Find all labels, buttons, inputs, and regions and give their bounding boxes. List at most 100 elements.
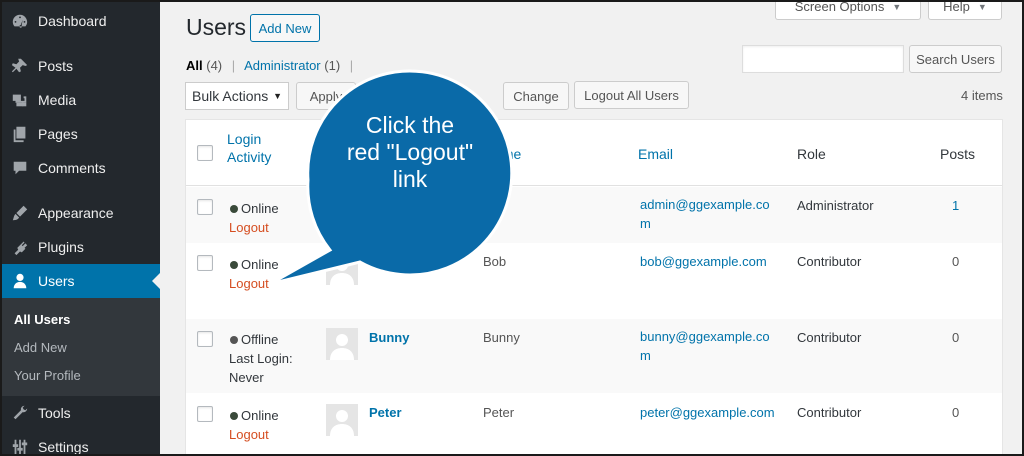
search-users-button[interactable]: Search Users (909, 45, 1002, 73)
user-role: Administrator (797, 198, 874, 213)
logout-link[interactable]: Logout (229, 218, 269, 237)
user-role-filter: All (4) | Administrator (1) | (186, 58, 359, 73)
login-status: Offline (230, 330, 278, 349)
user-posts-count: 0 (952, 254, 960, 269)
username-link[interactable]: Bunny (369, 328, 409, 347)
help-label: Help (943, 0, 970, 14)
username-link[interactable]: Peter (369, 403, 402, 422)
status-text: Offline (241, 332, 279, 347)
callout-line: red "Logout" (346, 139, 474, 165)
avatar (326, 404, 358, 436)
caret-down-icon: ▼ (273, 91, 282, 101)
sidebar-item-plugins[interactable]: Plugins (0, 230, 160, 264)
add-new-button[interactable]: Add New (250, 14, 320, 42)
logout-link[interactable]: Logout (229, 425, 269, 444)
sidebar-item-label: Settings (38, 439, 89, 455)
filter-all[interactable]: All (186, 58, 203, 73)
sidebar-item-settings[interactable]: Settings (0, 430, 160, 456)
dashboard-icon (10, 11, 30, 31)
row-checkbox[interactable] (197, 406, 213, 422)
username-link[interactable]: Bob (369, 252, 394, 271)
submenu-all-users[interactable]: All Users (14, 312, 70, 327)
select-all-checkbox[interactable] (197, 145, 213, 161)
plug-icon (10, 237, 30, 257)
last-login-label: Last Login: (229, 351, 293, 366)
filter-separator: | (231, 58, 236, 73)
offline-dot-icon (230, 335, 238, 344)
row-checkbox[interactable] (197, 255, 213, 271)
sidebar-item-media[interactable]: Media (0, 83, 160, 117)
submenu-add-new[interactable]: Add New (14, 340, 67, 355)
search-input[interactable] (742, 45, 904, 73)
sidebar-item-label: Media (38, 92, 77, 108)
user-email[interactable]: peter@ggexample.com (640, 403, 775, 422)
user-email[interactable]: bunny@ggexample.co m (640, 327, 770, 365)
sidebar-item-label: Comments (38, 160, 106, 176)
sidebar-item-dashboard[interactable]: Dashboard (0, 4, 160, 38)
status-text: Online (241, 201, 279, 216)
column-role: Role (797, 146, 826, 162)
table-row: Online Logout Peter Peter peter@ggexampl… (186, 393, 1002, 456)
sidebar-item-comments[interactable]: Comments (0, 151, 160, 185)
column-login-activity[interactable]: Login Activity (227, 130, 271, 166)
callout-line: Click the (365, 112, 455, 138)
user-email[interactable]: bob@ggexample.com (640, 252, 767, 271)
sidebar-item-appearance[interactable]: Appearance (0, 196, 160, 230)
sidebar-item-label: Dashboard (38, 13, 107, 29)
brush-icon (10, 203, 30, 223)
submenu-your-profile[interactable]: Your Profile (14, 368, 81, 383)
screen-options-label: Screen Options (794, 0, 885, 14)
column-email[interactable]: Email (638, 146, 673, 162)
wrench-icon (10, 403, 30, 423)
sidebar-item-posts[interactable]: Posts (0, 49, 160, 83)
user-name: Peter (483, 405, 515, 420)
sidebar-item-pages[interactable]: Pages (0, 117, 160, 151)
table-row: Online Logout admin@ggexample.co m Admin… (186, 187, 1002, 243)
online-dot-icon (230, 411, 238, 420)
filter-all-count: (4) (206, 58, 223, 73)
user-posts-count: 0 (952, 330, 960, 345)
login-status: Online (230, 199, 279, 218)
email-text: m (640, 348, 651, 363)
change-role-button[interactable]: Change (503, 82, 569, 110)
bulk-actions-select[interactable]: Bulk Actions ▼ (185, 82, 289, 110)
logout-link[interactable]: Logout (229, 274, 269, 293)
filter-separator: | (349, 58, 354, 73)
sidebar-item-label: Posts (38, 58, 74, 74)
page-title: Users (186, 14, 247, 40)
user-icon (10, 271, 30, 291)
online-dot-icon (230, 204, 238, 213)
sidebar-item-tools[interactable]: Tools (0, 396, 160, 430)
bulk-actions-value: Bulk Actions (192, 88, 269, 104)
email-text: admin@ggexample.co (640, 197, 770, 212)
column-posts[interactable]: Posts (940, 146, 975, 162)
logout-all-users-button[interactable]: Logout All Users (574, 81, 689, 109)
sliders-icon (10, 437, 30, 456)
row-checkbox[interactable] (197, 331, 213, 347)
user-email[interactable]: admin@ggexample.co m (640, 195, 770, 233)
sidebar-item-label: Users (38, 273, 75, 289)
callout-line: link (392, 166, 428, 192)
table-row: Online Logout Bob Bob bob@ggexample.com … (186, 243, 1002, 319)
sidebar-item-label: Pages (38, 126, 78, 142)
sidebar-item-label: Appearance (38, 205, 114, 221)
table-header: Login Activity Name Email Role Posts (186, 120, 1002, 186)
online-dot-icon (230, 260, 238, 269)
callout-text: Click the red "Logout" link (310, 112, 510, 193)
sidebar-item-users[interactable]: Users (0, 264, 160, 298)
user-name: Bunny (483, 330, 520, 345)
apply-button[interactable]: Apply (296, 82, 356, 110)
filter-administrator[interactable]: Administrator (244, 58, 321, 73)
email-text: m (640, 216, 651, 231)
pin-icon (10, 56, 30, 76)
row-checkbox[interactable] (197, 199, 213, 215)
user-posts-count: 0 (952, 405, 960, 420)
table-row: Offline Last Login: Never Bunny Bunny bu… (186, 319, 1002, 393)
users-submenu: All Users Add New Your Profile (0, 298, 160, 396)
last-login-value: Never (229, 370, 264, 385)
login-status: Online (230, 255, 279, 274)
user-posts-count[interactable]: 1 (952, 196, 959, 215)
sidebar-item-label: Tools (38, 405, 71, 421)
help-button[interactable]: Help ▼ (928, 0, 1002, 20)
screen-options-button[interactable]: Screen Options ▼ (775, 0, 921, 20)
